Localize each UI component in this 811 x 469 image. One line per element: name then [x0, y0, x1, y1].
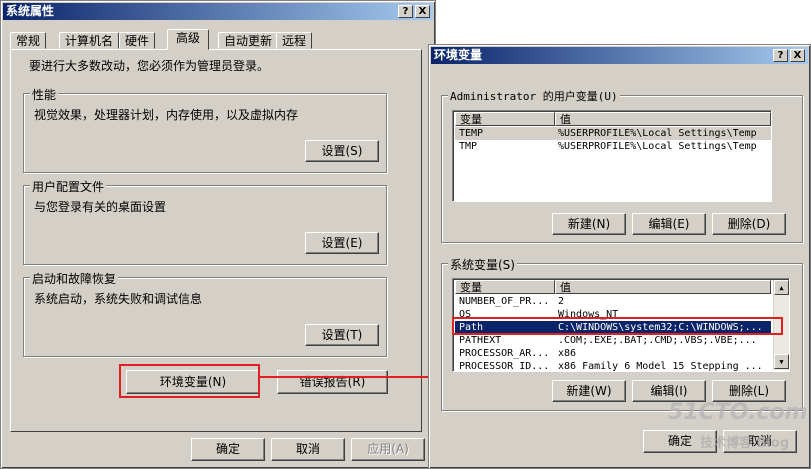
highlight-arrow — [260, 372, 442, 382]
user-variables-list[interactable]: 变量 值 TEMP %USERPROFILE%\Local Settings\T… — [452, 110, 772, 202]
watermark-sub: 技术博客 Blog — [700, 436, 790, 451]
user-profiles-group: 用户配置文件 与您登录有关的桌面设置 设置(E) — [23, 178, 387, 265]
startup-recovery-group-label: 启动和故障恢复 — [30, 270, 119, 287]
scroll-up-icon[interactable]: ▲ — [774, 280, 789, 295]
admin-note: 要进行大多数改动，您必须作为管理员登录。 — [29, 59, 270, 73]
performance-group: 性能 视觉效果，处理器计划，内存使用，以及虚拟内存 设置(S) — [23, 86, 387, 173]
user-profiles-group-label: 用户配置文件 — [30, 178, 107, 195]
list-item[interactable]: TMP %USERPROFILE%\Local Settings\Temp — [455, 140, 771, 153]
user-col-variable[interactable]: 变量 — [455, 112, 555, 126]
performance-group-label: 性能 — [30, 86, 59, 103]
system-variables-group-label: 系统变量(S) — [448, 256, 517, 273]
user-variables-group-label: Administrator 的用户变量(U) — [448, 88, 620, 104]
user-delete-button[interactable]: 删除(D) — [712, 213, 786, 235]
performance-description: 视觉效果，处理器计划，内存使用，以及虚拟内存 — [34, 108, 299, 122]
user-new-button[interactable]: 新建(N) — [552, 213, 626, 235]
env-help-button[interactable]: ? — [773, 49, 788, 62]
tab-automatic-updates[interactable]: 自动更新 — [218, 32, 279, 49]
user-profiles-description: 与您登录有关的桌面设置 — [34, 200, 167, 214]
startup-recovery-description: 系统启动，系统失败和调试信息 — [34, 292, 203, 306]
system-properties-window: 系统属性 ? X 常规 计算机名 硬件 高级 自动更新 远程 要进行大多数改动，… — [0, 0, 436, 469]
system-col-variable[interactable]: 变量 — [455, 280, 555, 294]
close-button[interactable]: X — [415, 5, 430, 18]
list-item[interactable]: NUMBER_OF_PR... 2 — [455, 295, 771, 308]
tab-remote[interactable]: 远程 — [276, 32, 313, 49]
tab-general[interactable]: 常规 — [10, 32, 47, 49]
scroll-down-icon[interactable]: ▼ — [774, 354, 789, 369]
list-item[interactable]: TEMP %USERPROFILE%\Local Settings\Temp — [455, 127, 771, 140]
env-window-title: 环境变量 — [434, 48, 483, 62]
watermark-site: 51CTO.com — [668, 400, 808, 425]
system-properties-titlebar[interactable]: 系统属性 ? X — [3, 3, 433, 20]
startup-recovery-group: 启动和故障恢复 系统启动，系统失败和调试信息 设置(T) — [23, 270, 387, 357]
list-item[interactable]: PROCESSOR_ID... x86 Family 6 Model 15 St… — [455, 360, 771, 371]
system-col-value[interactable]: 值 — [555, 280, 771, 294]
system-new-button[interactable]: 新建(W) — [552, 380, 626, 402]
env-close-button[interactable]: X — [790, 49, 805, 62]
path-row-highlight — [452, 317, 783, 335]
system-variables-group: 系统变量(S) 变量 值 NUMBER_OF_PR... 2 OS Window… — [441, 256, 803, 411]
ok-button[interactable]: 确定 — [191, 438, 265, 461]
user-col-value[interactable]: 值 — [555, 112, 771, 126]
startup-recovery-settings-button[interactable]: 设置(T) — [305, 324, 379, 346]
performance-settings-button[interactable]: 设置(S) — [305, 140, 379, 162]
help-button[interactable]: ? — [398, 5, 413, 18]
list-item[interactable]: PROCESSOR_AR... x86 — [455, 347, 771, 360]
env-button-highlight — [119, 364, 260, 398]
user-profiles-settings-button[interactable]: 设置(E) — [305, 232, 379, 254]
apply-button[interactable]: 应用(A) — [351, 438, 425, 461]
tab-computer-name[interactable]: 计算机名 — [59, 32, 120, 49]
system-edit-button[interactable]: 编辑(I) — [632, 380, 706, 402]
tab-hardware[interactable]: 硬件 — [119, 32, 156, 49]
window-title: 系统属性 — [6, 4, 55, 18]
system-delete-button[interactable]: 删除(L) — [712, 380, 786, 402]
user-variables-group: Administrator 的用户变量(U) 变量 值 TEMP %USERPR… — [441, 88, 803, 243]
cancel-button[interactable]: 取消 — [271, 438, 345, 461]
user-edit-button[interactable]: 编辑(E) — [632, 213, 706, 235]
environment-variables-titlebar[interactable]: 环境变量 ? X — [431, 47, 808, 64]
tab-advanced[interactable]: 高级 — [167, 29, 210, 50]
list-item[interactable]: PATHEXT .COM;.EXE;.BAT;.CMD;.VBS;.VBE;..… — [455, 334, 771, 347]
